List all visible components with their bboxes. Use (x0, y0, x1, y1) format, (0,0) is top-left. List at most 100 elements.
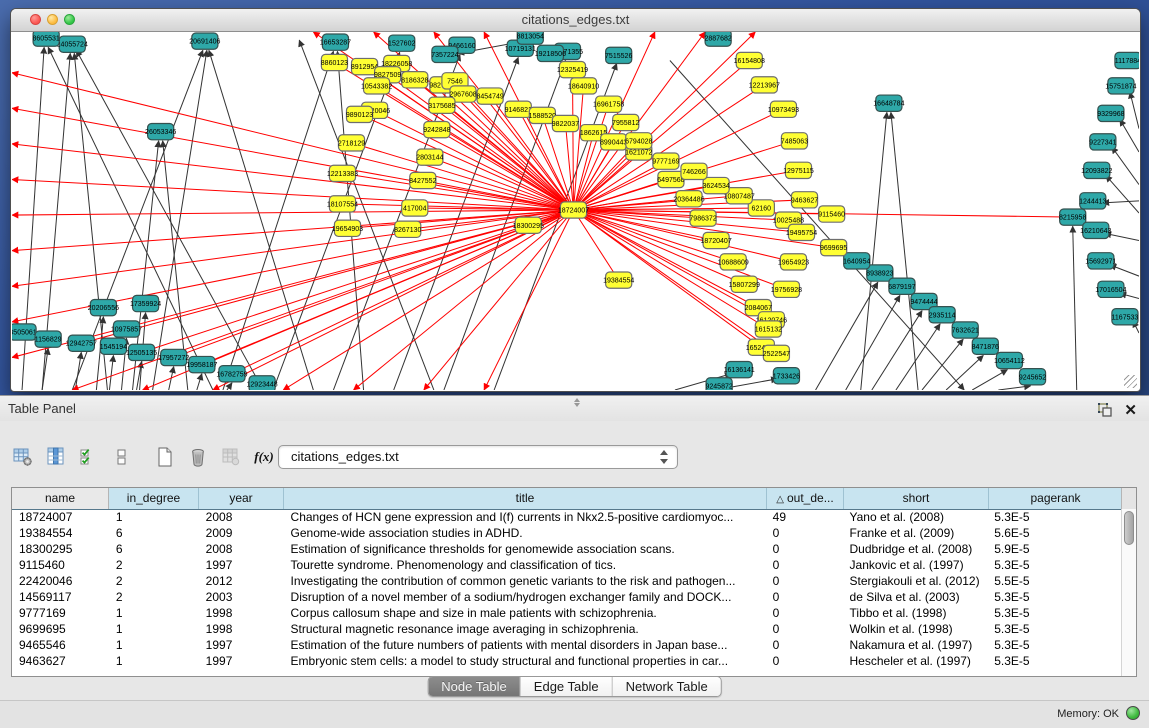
graph-node[interactable]: 8813054 (517, 32, 544, 44)
graph-node[interactable]: 9115460 (818, 206, 845, 222)
graph-node[interactable]: 6794028 (625, 133, 652, 149)
show-column-icon[interactable] (43, 444, 69, 470)
graph-node[interactable]: 8427552 (409, 172, 436, 188)
graph-node[interactable]: 7515526 (605, 47, 632, 63)
graph-node[interactable]: 19654903 (332, 220, 363, 236)
table-row[interactable]: 2242004622012Investigating the contribut… (12, 573, 1121, 589)
graph-node[interactable]: 16154808 (734, 52, 765, 68)
graph-node[interactable]: 12093822 (1081, 162, 1112, 178)
graph-node[interactable]: 10973493 (768, 101, 799, 117)
graph-node[interactable]: 17016504 (1095, 281, 1126, 297)
graph-node[interactable]: 16653287 (320, 34, 351, 50)
unselect-all-icon[interactable] (109, 444, 135, 470)
graph-node[interactable]: 1167533 (1112, 309, 1139, 325)
graph-node[interactable]: 18300295 (513, 217, 544, 233)
graph-node[interactable]: 8990443 (600, 134, 627, 150)
graph-node[interactable]: 12213967 (749, 77, 780, 93)
splitter-grip-icon[interactable] (573, 398, 580, 407)
table-row[interactable]: 946554611997Estimation of the future num… (12, 637, 1121, 653)
vertical-scrollbar[interactable] (1121, 509, 1136, 676)
graph-node[interactable]: 9463627 (791, 192, 818, 208)
graph-node[interactable]: 20206556 (88, 299, 119, 315)
import-table-icon[interactable] (218, 444, 244, 470)
graph-node[interactable]: 1156829 (35, 331, 62, 347)
graph-node[interactable]: 7955812 (612, 114, 639, 130)
graph-node[interactable]: 16648784 (873, 95, 904, 111)
graph-node[interactable]: 3175685 (428, 97, 455, 113)
graph-node[interactable]: 1545194 (100, 338, 127, 354)
column-header-name[interactable]: name (12, 488, 109, 509)
graph-node[interactable]: 9245652 (1019, 369, 1046, 385)
tab-edge-table[interactable]: Edge Table (521, 677, 613, 696)
graph-node[interactable]: 10654112 (994, 352, 1025, 368)
close-panel-icon[interactable]: ✕ (1124, 398, 1137, 423)
graph-node[interactable]: 12923448 (246, 376, 277, 390)
graph-node[interactable]: 16136141 (724, 362, 755, 378)
graph-node[interactable]: 2718129 (338, 135, 365, 151)
window-titlebar[interactable]: citations_edges.txt (11, 9, 1140, 32)
column-header-title[interactable]: title (284, 488, 767, 509)
graph-node[interactable]: 3624534 (702, 177, 729, 193)
graph-node[interactable]: 17957272 (158, 349, 189, 365)
graph-node[interactable]: 1733426 (773, 368, 800, 384)
graph-node[interactable]: 7632621 (952, 322, 979, 338)
graph-node[interactable]: 2935114 (929, 307, 956, 323)
graph-node[interactable]: 19654923 (778, 254, 809, 270)
graph-node[interactable]: 1615132 (755, 321, 782, 337)
graph-node[interactable]: 9227341 (1089, 134, 1116, 150)
window-resize-grip[interactable] (1124, 375, 1137, 388)
graph-node[interactable]: 26053346 (145, 124, 176, 140)
graph-node[interactable]: 19495754 (786, 224, 817, 240)
graph-node[interactable]: 15751874 (1105, 78, 1136, 94)
graph-node[interactable]: 7485063 (781, 133, 808, 149)
graph-node[interactable]: 10975857 (111, 321, 142, 337)
graph-node[interactable]: 8860123 (321, 54, 348, 70)
graph-node[interactable]: 20364486 (673, 191, 704, 207)
float-panel-icon[interactable] (1097, 401, 1113, 417)
graph-node[interactable]: 8505061 (12, 324, 37, 340)
graph-node[interactable]: 18640910 (568, 78, 599, 94)
graph-node[interactable]: 16961758 (593, 96, 624, 112)
function-builder-icon[interactable]: f(x) (251, 444, 277, 470)
graph-node[interactable]: 8605531 (32, 32, 59, 46)
graph-node[interactable]: 9777169 (652, 153, 679, 169)
table-row[interactable]: 1830029562008Estimation of significance … (12, 541, 1121, 557)
graph-node[interactable]: 417004 (402, 200, 428, 216)
graph-node[interactable]: 19384554 (603, 272, 634, 288)
graph-node[interactable]: 9245872 (705, 378, 732, 390)
graph-node[interactable]: 8267130 (394, 221, 421, 237)
graph-node[interactable]: 12505135 (126, 344, 157, 360)
graph-node[interactable]: 9699695 (820, 239, 847, 255)
graph-node[interactable]: 1117884 (1115, 52, 1139, 68)
graph-node[interactable]: 9329968 (1097, 105, 1124, 121)
graph-node[interactable]: 8186328 (401, 72, 428, 88)
column-header-out-de-[interactable]: △out_de... (767, 488, 844, 509)
graph-node[interactable]: 20691406 (189, 33, 220, 49)
column-header-short[interactable]: short (844, 488, 989, 509)
graph-node[interactable]: 10543382 (361, 78, 392, 94)
graph-node[interactable]: 8454749 (476, 88, 503, 104)
graph-node[interactable]: 12213383 (327, 165, 358, 181)
graph-node[interactable]: 8938923 (866, 265, 893, 281)
graph-node[interactable]: 18107554 (327, 196, 358, 212)
graph-node[interactable]: 2522547 (763, 345, 790, 361)
tab-network-table[interactable]: Network Table (613, 677, 721, 696)
graph-node[interactable]: 1640954 (843, 253, 870, 269)
new-column-icon[interactable] (152, 444, 178, 470)
column-header-pagerank[interactable]: pagerank (989, 488, 1123, 509)
network-canvas[interactable]: 2405572420691406166532871527602946616010… (12, 32, 1139, 390)
graph-node[interactable]: 2887682 (704, 32, 731, 46)
graph-node[interactable]: 9890123 (346, 106, 373, 122)
graph-node[interactable]: 17359924 (130, 295, 161, 311)
table-select-dropdown[interactable]: citations_edges.txt (278, 445, 678, 469)
graph-node[interactable]: 746266 (681, 163, 707, 179)
graph-node[interactable]: 19958187 (186, 356, 217, 372)
graph-node[interactable]: 19756928 (771, 281, 802, 297)
graph-node[interactable]: 7986372 (689, 210, 716, 226)
graph-node[interactable]: 16210643 (1080, 222, 1111, 238)
tab-node-table[interactable]: Node Table (428, 677, 521, 696)
table-row[interactable]: 977716911998Corpus callosum shape and si… (12, 605, 1121, 621)
graph-node[interactable]: 1527602 (388, 35, 415, 51)
graph-node[interactable]: 12942757 (66, 335, 97, 351)
column-header-in-degree[interactable]: in_degree (109, 488, 199, 509)
